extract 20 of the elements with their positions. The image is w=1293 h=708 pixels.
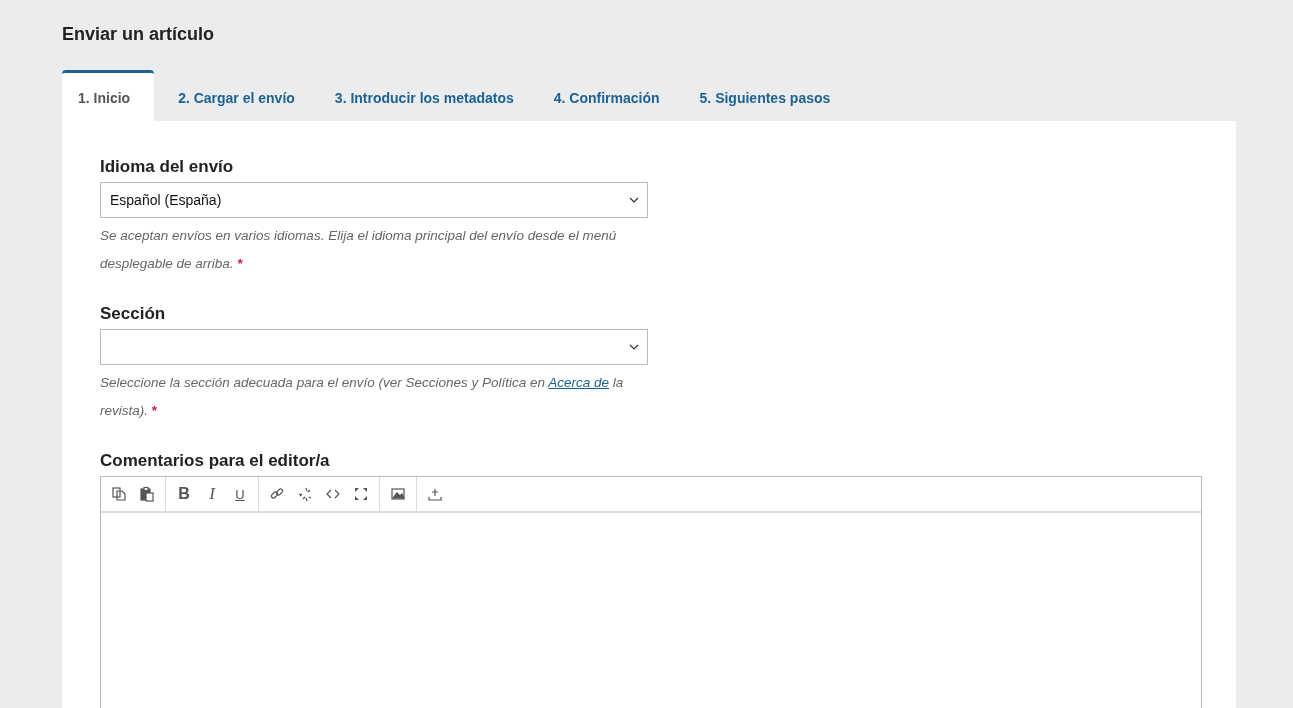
select-field[interactable] [100,329,648,365]
chevron-down-icon [629,197,639,203]
step-tab[interactable]: 1. Inicio [62,70,155,121]
step-tab[interactable]: 4. Confirmación [529,70,676,121]
page-title: Enviar un artículo [62,23,216,46]
about-link[interactable]: Acerca de [548,375,610,390]
underline-button[interactable]: U [226,480,254,508]
bold-button[interactable]: B [170,480,198,508]
select-field[interactable]: Español (España) [100,182,648,218]
step-tab[interactable]: 3. Introducir los metadatos [310,70,530,121]
step-tab[interactable]: 2. Cargar el envío [154,70,311,121]
help-text: Se aceptan envíos en varios idiomas. Elija el idioma principal del envío desde el menú desplegable de arriba. * [100,227,618,273]
chevron-down-icon [629,344,639,350]
step-tab[interactable]: 5. Siguientes pasos [675,70,847,121]
field-label: Idioma del envío [100,157,235,177]
field-label: Comentarios para el editor/a [100,451,331,471]
field-label: Sección [100,304,167,324]
help-text: Seleccione la sección adecuada para el envío (ver Secciones y Política en Acerca de la revista). * [100,374,625,420]
italic-button[interactable]: I [198,480,226,508]
comment-editor[interactable]: B I U [100,476,1202,708]
